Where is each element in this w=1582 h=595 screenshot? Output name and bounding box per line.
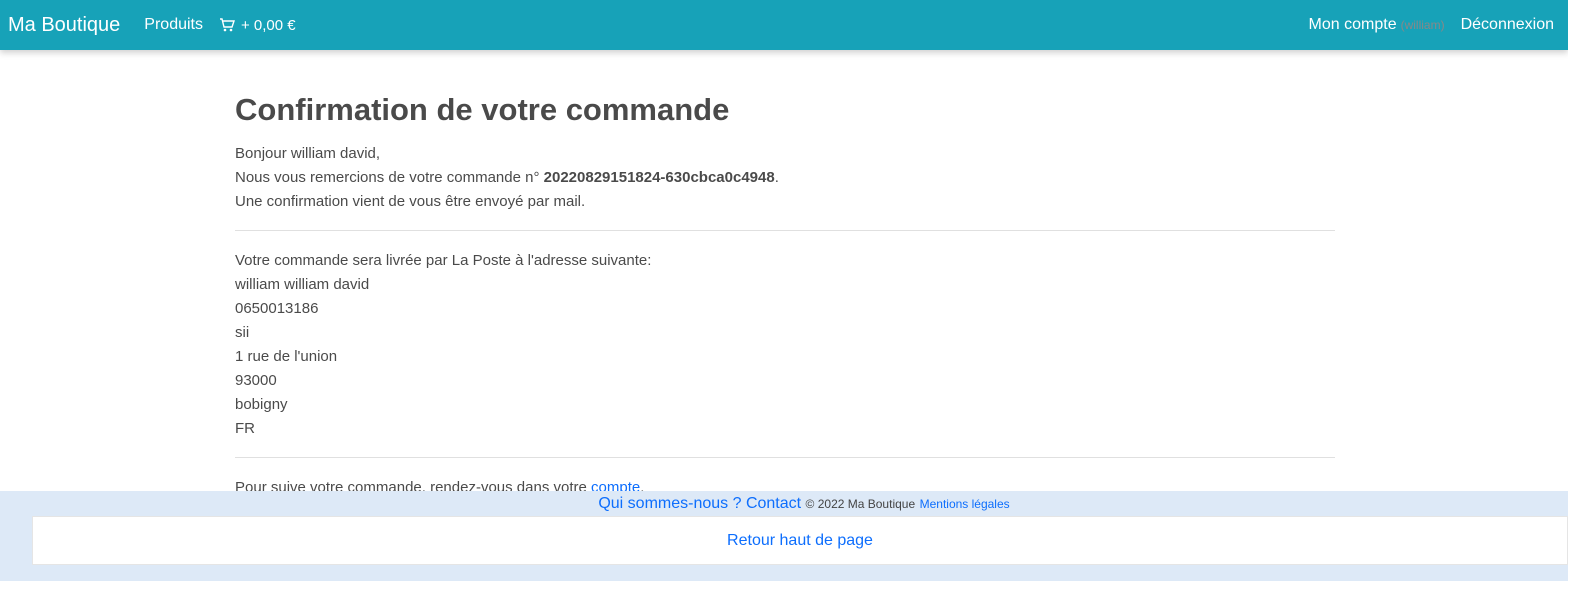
address-line: 1 rue de l'union xyxy=(235,348,338,365)
footer-links: Qui sommes-nous ? Contact © 2022 Ma Bout… xyxy=(0,491,1568,517)
footer-contact-link[interactable]: Contact xyxy=(746,495,801,512)
order-number: 20220829151824-630cbca0c4948 xyxy=(543,169,775,186)
order-thanks-prefix: Nous vous remercions de votre commande n… xyxy=(235,169,544,186)
brand-logo[interactable]: Ma Boutique xyxy=(8,14,120,37)
page-footer: Qui sommes-nous ? Contact © 2022 Ma Bout… xyxy=(0,491,1568,581)
top-navbar: Ma Boutique Produits + 0,00 € Mon compte… xyxy=(0,0,1568,50)
address-line: william william david xyxy=(235,276,370,293)
footer-copyright: © 2022 Ma Boutique xyxy=(805,497,916,511)
nav-link-products[interactable]: Produits xyxy=(144,16,203,34)
nav-right: Mon compte (william) Déconnexion xyxy=(1309,16,1554,34)
account-username: (william) xyxy=(1400,18,1445,32)
my-account-link[interactable]: Mon compte xyxy=(1309,16,1397,34)
cart-amount: + 0,00 € xyxy=(241,16,296,34)
order-thanks-suffix: . xyxy=(774,169,779,186)
cart-link[interactable]: + 0,00 € xyxy=(219,17,296,34)
mail-confirmation-text: Une confirmation vient de vous être envo… xyxy=(235,193,586,210)
address-line: sii xyxy=(235,324,250,341)
delivery-intro: Votre commande sera livrée par La Poste … xyxy=(235,252,652,269)
back-to-top-panel: Retour haut de page xyxy=(32,516,1568,565)
delivery-address: william william david 0650013186 sii 1 r… xyxy=(235,273,1335,441)
address-line: 0650013186 xyxy=(235,300,319,317)
page-title: Confirmation de votre commande xyxy=(235,92,730,127)
footer-legal-link[interactable]: Mentions légales xyxy=(920,497,1010,511)
address-line: 93000 xyxy=(235,372,277,389)
footer-about-link[interactable]: Qui sommes-nous ? xyxy=(598,495,741,512)
back-to-top-link[interactable]: Retour haut de page xyxy=(727,532,873,550)
greeting-text: Bonjour william david, xyxy=(235,145,381,162)
order-thanks: Nous vous remercions de votre commande n… xyxy=(235,166,1335,190)
page-scrollbar[interactable] xyxy=(1568,0,1582,595)
logout-link[interactable]: Déconnexion xyxy=(1461,16,1554,34)
address-line: FR xyxy=(235,420,255,437)
divider xyxy=(235,457,1335,458)
address-line: bobigny xyxy=(235,396,288,413)
nav-left: Ma Boutique Produits + 0,00 € xyxy=(8,14,296,37)
divider xyxy=(235,230,1335,231)
cart-icon xyxy=(220,18,235,32)
main-content: Confirmation de votre commande Bonjour w… xyxy=(235,90,1335,500)
